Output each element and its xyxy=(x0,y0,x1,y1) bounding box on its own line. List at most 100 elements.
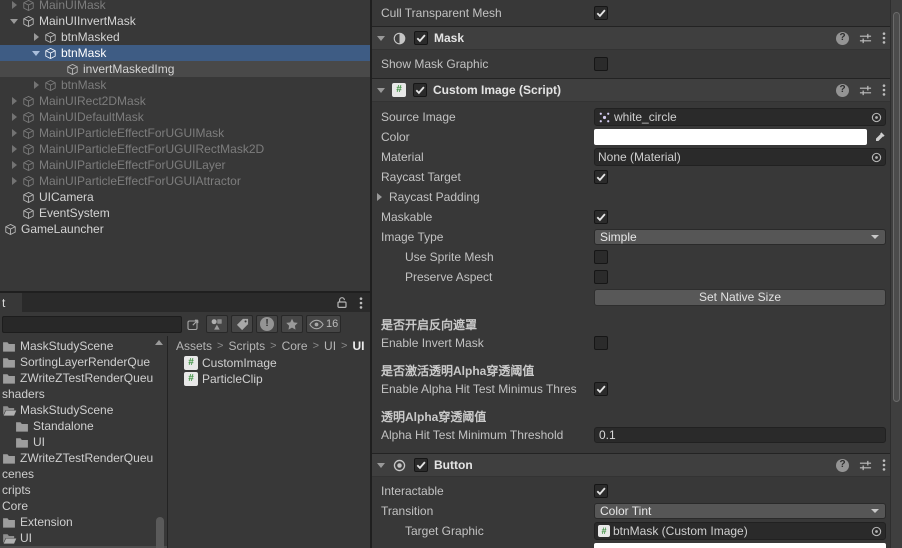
folder-item-maskstudyscene[interactable]: MaskStudyScene xyxy=(0,402,167,418)
menu-icon[interactable] xyxy=(882,458,886,472)
breadcrumb-segment[interactable]: Core xyxy=(282,339,308,353)
foldout-right-icon[interactable] xyxy=(8,1,20,9)
hierarchy-item-btnmasked[interactable]: btnMasked xyxy=(0,29,370,45)
hierarchy-item-btnmask[interactable]: btnMask xyxy=(0,77,370,93)
foldout-down-icon[interactable] xyxy=(8,18,20,24)
hierarchy-item-mainuirect2dmask[interactable]: MainUIRect2DMask xyxy=(0,93,370,109)
folder-item-maskstudyscene[interactable]: MaskStudyScene xyxy=(0,338,167,354)
breadcrumb-segment[interactable]: UI xyxy=(324,339,336,353)
foldout-right-icon[interactable] xyxy=(30,81,42,89)
presets-icon[interactable] xyxy=(859,459,872,472)
component-enabled-checkbox[interactable] xyxy=(413,83,427,97)
image-type-dropdown[interactable]: Simple xyxy=(594,229,886,245)
object-picker-icon[interactable] xyxy=(868,523,885,539)
hierarchy-item-mainuiparticleeffectforuguiattractor[interactable]: MainUIParticleEffectForUGUIAttractor xyxy=(0,173,370,189)
help-icon[interactable]: ? xyxy=(836,31,849,45)
color-swatch[interactable] xyxy=(594,543,886,548)
help-icon[interactable]: ? xyxy=(836,458,849,472)
enable-invert-mask-checkbox[interactable] xyxy=(594,336,608,350)
use-sprite-mesh-checkbox[interactable] xyxy=(594,250,608,264)
hierarchy-item-gamelauncher[interactable]: GameLauncher xyxy=(0,221,370,237)
maskable-checkbox[interactable] xyxy=(594,210,608,224)
folder-item-sortinglayerrenderque[interactable]: SortingLayerRenderQue xyxy=(0,354,167,370)
enable-alpha-hit-test-minimus-thres-checkbox[interactable] xyxy=(594,382,608,396)
filter-by-type-button[interactable] xyxy=(206,315,228,333)
breadcrumb-current[interactable]: UI xyxy=(352,339,364,353)
alert-filter-button[interactable]: ! xyxy=(256,315,278,333)
foldout-right-icon[interactable] xyxy=(8,145,20,153)
hierarchy-item-mainuidefaultmask[interactable]: MainUIDefaultMask xyxy=(0,109,370,125)
foldout-down-icon[interactable] xyxy=(377,462,387,468)
menu-icon[interactable] xyxy=(882,83,886,97)
foldout-down-icon[interactable] xyxy=(30,50,42,56)
hierarchy-item-mainuiinvertmask[interactable]: MainUIInvertMask xyxy=(0,13,370,29)
folder-item-core[interactable]: Core xyxy=(0,498,167,514)
favorites-filter-button[interactable] xyxy=(281,315,303,333)
component-header-button[interactable]: Button? xyxy=(372,454,902,477)
hierarchy-item-eventsystem[interactable]: EventSystem xyxy=(0,205,370,221)
hierarchy-item-mainuiparticleeffectforuguilayer[interactable]: MainUIParticleEffectForUGUILayer xyxy=(0,157,370,173)
foldout-down-icon[interactable] xyxy=(377,35,387,41)
help-icon[interactable]: ? xyxy=(836,83,849,97)
component-enabled-checkbox[interactable] xyxy=(414,458,428,472)
folder-item-zwriteztestrenderqueu[interactable]: ZWriteZTestRenderQueu xyxy=(0,370,167,386)
component-enabled-checkbox[interactable] xyxy=(414,31,428,45)
foldout-right-icon[interactable] xyxy=(8,177,20,185)
show-mask-graphic-checkbox[interactable] xyxy=(594,57,608,71)
breadcrumb-segment[interactable]: Scripts xyxy=(228,339,265,353)
folder-item-ui[interactable]: UI xyxy=(0,434,167,450)
folder-item-ui[interactable]: UI xyxy=(0,530,167,546)
tree-scrollbar-thumb[interactable] xyxy=(156,517,164,548)
folder-item-extension[interactable]: Extension xyxy=(0,514,167,530)
foldout-right-icon[interactable] xyxy=(30,33,42,41)
folder-item-standalone[interactable]: Standalone xyxy=(0,418,167,434)
foldout-right-icon[interactable] xyxy=(8,113,20,121)
foldout-right-icon[interactable] xyxy=(377,193,387,201)
breadcrumb-segment[interactable]: Assets xyxy=(176,339,212,353)
hierarchy-item-mainuiparticleeffectforuguimask[interactable]: MainUIParticleEffectForUGUIMask xyxy=(0,125,370,141)
visibility-filter-button[interactable]: 16 xyxy=(306,315,342,333)
cull-transparent-mesh-checkbox[interactable] xyxy=(594,6,608,20)
alpha-hit-test-minimum-threshold-input[interactable]: 0.1 xyxy=(594,427,886,443)
file-item-particleclip[interactable]: # ParticleClip xyxy=(168,371,370,387)
presets-icon[interactable] xyxy=(859,84,872,97)
component-header-mask[interactable]: Mask? xyxy=(372,27,902,50)
folder-item-shaders[interactable]: shaders xyxy=(0,386,167,402)
hierarchy-item-mainuimask[interactable]: MainUIMask xyxy=(0,0,370,13)
panel-menu-icon[interactable] xyxy=(359,296,363,310)
preserve-aspect-checkbox[interactable] xyxy=(594,270,608,284)
filter-by-label-button[interactable] xyxy=(231,315,253,333)
target-graphic-object-field[interactable]: # btnMask (Custom Image) xyxy=(594,522,886,540)
inspector-scrollbar-thumb[interactable] xyxy=(893,12,900,402)
set-native-size-button[interactable]: Set Native Size xyxy=(594,288,886,306)
component-header-custom-image-script[interactable]: # Custom Image (Script)? xyxy=(372,79,902,102)
hierarchy-item-uicamera[interactable]: UICamera xyxy=(0,189,370,205)
scroll-up-arrow-icon[interactable] xyxy=(155,340,163,345)
open-in-icon[interactable] xyxy=(185,318,203,331)
folder-item-zwriteztestrenderqueu[interactable]: ZWriteZTestRenderQueu xyxy=(0,450,167,466)
inspector-scrollbar[interactable] xyxy=(890,0,902,548)
eyedropper-icon[interactable] xyxy=(867,131,886,143)
raycast-target-checkbox[interactable] xyxy=(594,170,608,184)
project-tab[interactable]: t xyxy=(0,293,22,312)
foldout-right-icon[interactable] xyxy=(8,129,20,137)
transition-dropdown[interactable]: Color Tint xyxy=(594,503,886,519)
foldout-right-icon[interactable] xyxy=(8,161,20,169)
presets-icon[interactable] xyxy=(859,32,872,45)
source-image-object-field[interactable]: white_circle xyxy=(594,108,886,126)
folder-item-cripts[interactable]: cripts xyxy=(0,482,167,498)
hierarchy-item-btnmask[interactable]: btnMask xyxy=(0,45,370,61)
interactable-checkbox[interactable] xyxy=(594,484,608,498)
search-input[interactable] xyxy=(2,315,182,333)
foldout-right-icon[interactable] xyxy=(8,97,20,105)
folder-item-cenes[interactable]: cenes xyxy=(0,466,167,482)
file-item-customimage[interactable]: # CustomImage xyxy=(168,355,370,371)
unlock-icon[interactable] xyxy=(336,296,348,309)
foldout-down-icon[interactable] xyxy=(377,87,387,93)
material-object-field[interactable]: None (Material) xyxy=(594,148,886,166)
hierarchy-item-mainuiparticleeffectforuguirectmask2d[interactable]: MainUIParticleEffectForUGUIRectMask2D xyxy=(0,141,370,157)
object-picker-icon[interactable] xyxy=(868,109,885,125)
color-swatch[interactable] xyxy=(594,129,867,145)
object-picker-icon[interactable] xyxy=(868,149,885,165)
menu-icon[interactable] xyxy=(882,31,886,45)
